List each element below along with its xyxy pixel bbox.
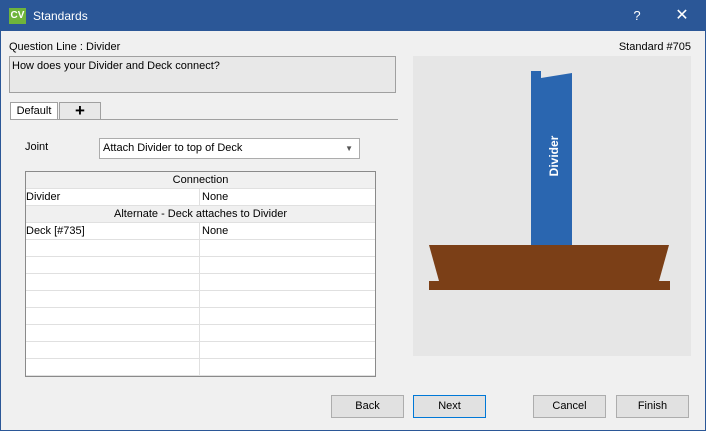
empty-row [26, 325, 375, 342]
deck-top-shape [429, 245, 669, 281]
joint-dropdown[interactable]: Attach Divider to top of Deck ▼ [99, 138, 360, 159]
empty-row [26, 274, 375, 291]
tab-strip-divider [10, 119, 398, 120]
grid-row[interactable]: Divider None [26, 189, 375, 206]
close-button[interactable]: ✕ [671, 6, 693, 26]
divider-label: Divider [547, 135, 561, 176]
divider-deck-diagram: Divider [429, 71, 670, 290]
cancel-button[interactable]: Cancel [533, 395, 606, 418]
question-text: How does your Divider and Deck connect? [9, 56, 396, 93]
empty-row [26, 257, 375, 274]
next-button[interactable]: Next [413, 395, 486, 418]
empty-row [26, 308, 375, 325]
title-bar: CV Standards ? ✕ [1, 1, 705, 31]
deck-base-shape [429, 281, 670, 290]
grid-row[interactable]: Deck [#735] None [26, 223, 375, 240]
section-header-connection: Connection [26, 172, 375, 189]
grid-row-value[interactable]: None [202, 223, 228, 239]
window-title: Standards [33, 9, 88, 23]
empty-row [26, 342, 375, 359]
grid-row-value[interactable]: None [202, 189, 228, 205]
section-header-alternate: Alternate - Deck attaches to Divider [26, 206, 375, 223]
chevron-down-icon: ▼ [345, 144, 353, 153]
grid-row-name: Divider [26, 189, 200, 205]
empty-row [26, 291, 375, 308]
joint-selected-value: Attach Divider to top of Deck [103, 142, 243, 154]
question-line-label: Question Line : Divider [9, 41, 121, 53]
back-button[interactable]: Back [331, 395, 404, 418]
grid-row-name: Deck [#735] [26, 223, 200, 239]
empty-row [26, 359, 375, 376]
standard-number: Standard #705 [618, 41, 691, 53]
add-tab-button[interactable]: + [59, 102, 101, 119]
help-button[interactable]: ? [627, 7, 647, 25]
tab-default[interactable]: Default [10, 102, 58, 120]
preview-panel: Divider [413, 56, 691, 356]
joint-label: Joint [25, 141, 49, 153]
app-icon: CV [9, 8, 26, 24]
empty-row [26, 240, 375, 257]
standards-window: CV Standards ? ✕ Question Line : Divider… [0, 0, 706, 431]
finish-button[interactable]: Finish [616, 395, 689, 418]
connection-grid: Connection Divider None Alternate - Deck… [25, 171, 376, 377]
